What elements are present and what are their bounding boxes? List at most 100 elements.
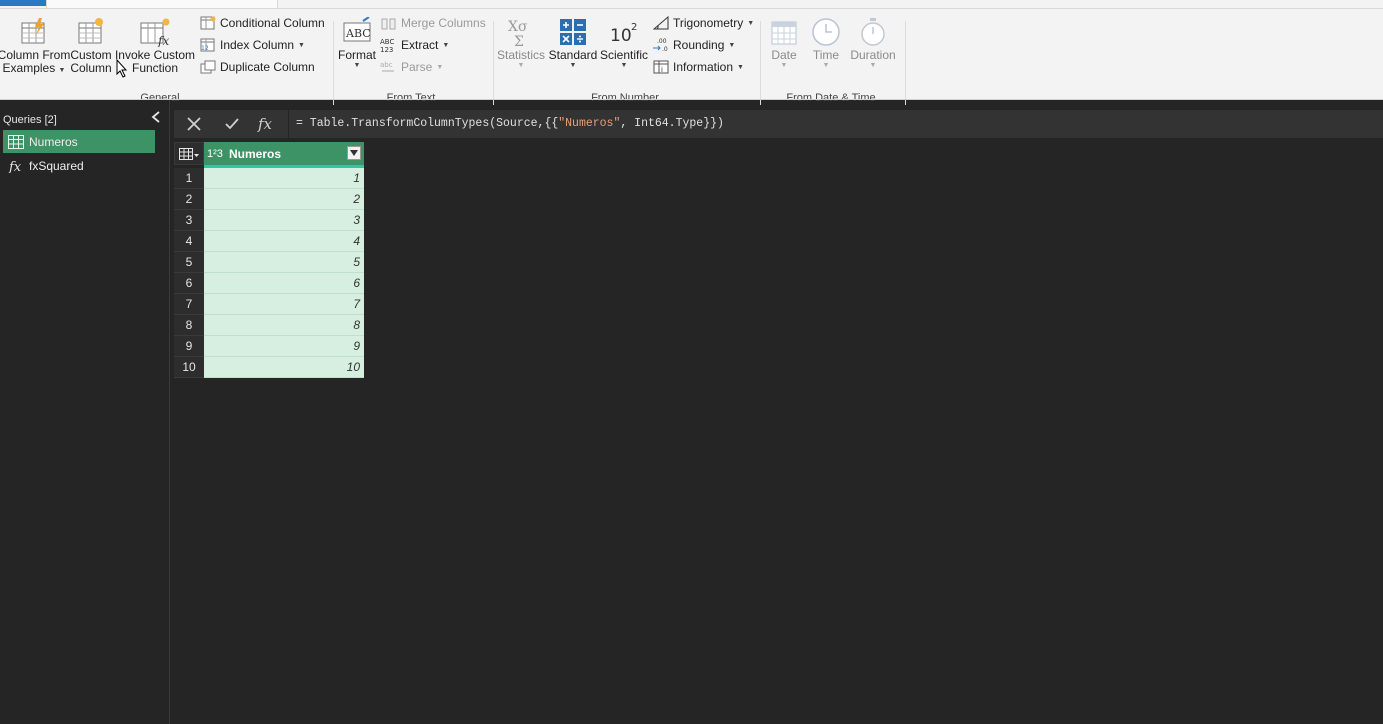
- statistics-button[interactable]: Xσ Σ Statistics ▼: [496, 15, 546, 70]
- table-menu-icon: [179, 147, 199, 160]
- svg-text:2: 2: [631, 22, 637, 33]
- index-column-label: Index Column: [220, 38, 295, 52]
- conditional-column-label: Conditional Column: [220, 16, 325, 30]
- formula-prefix: = Table.TransformColumnTypes(Source,{{: [296, 117, 559, 130]
- format-button[interactable]: ABC Format ▼: [336, 15, 378, 70]
- row-number: 2: [174, 189, 204, 210]
- rounding-icon: .00.0: [652, 37, 670, 53]
- row-number: 10: [174, 357, 204, 378]
- standard-button[interactable]: Standard ▼: [548, 15, 598, 70]
- custom-column-button[interactable]: Custom Column: [68, 15, 114, 75]
- table-cell[interactable]: 6: [204, 273, 364, 294]
- parse-icon: abc: [380, 59, 398, 75]
- clock-icon: [808, 15, 844, 49]
- chevron-down-icon: ▼: [869, 62, 877, 69]
- from-datetime-group-label: From Date & Time: [786, 92, 876, 104]
- active-tab[interactable]: [46, 0, 278, 8]
- table-cell[interactable]: 3: [204, 210, 364, 231]
- ribbon: Column From Examples ▼ Custom Column fx …: [0, 8, 1383, 105]
- cancel-formula-button[interactable]: [178, 110, 210, 138]
- table-cell[interactable]: 8: [204, 315, 364, 336]
- merge-columns-button[interactable]: Merge Columns: [380, 13, 486, 33]
- row-number: 1: [174, 168, 204, 189]
- merge-columns-icon: [380, 15, 398, 31]
- table-cell[interactable]: 2: [204, 189, 364, 210]
- trigonometry-button[interactable]: Trigonometry ▼: [652, 13, 754, 33]
- table-menu-button[interactable]: [174, 142, 204, 165]
- filter-dropdown-button[interactable]: [347, 146, 361, 160]
- standard-label: Standard: [548, 48, 598, 62]
- trigonometry-icon: [652, 15, 670, 31]
- svg-text:Xσ: Xσ: [508, 19, 528, 35]
- fx-icon: fx: [257, 115, 273, 133]
- chevron-down-icon: ▼: [822, 62, 830, 69]
- information-button[interactable]: i Information ▼: [652, 57, 744, 77]
- formula-input[interactable]: = Table.TransformColumnTypes(Source,{{"N…: [296, 117, 724, 130]
- statistics-label: Statistics: [496, 48, 545, 62]
- table-cell[interactable]: 1: [204, 168, 364, 189]
- index-column-button[interactable]: 12 Index Column ▼: [199, 35, 305, 55]
- duplicate-column-label: Duplicate Column: [220, 60, 315, 74]
- svg-text:ABC: ABC: [380, 38, 394, 46]
- trigonometry-label: Trigonometry: [673, 16, 744, 30]
- scientific-label: Scientific: [599, 48, 649, 62]
- commit-formula-button[interactable]: [216, 110, 248, 138]
- chevron-down-icon: ▼: [517, 62, 525, 69]
- custom-column-label-2: Column: [70, 61, 112, 75]
- column-from-examples-label-2: Examples: [2, 61, 56, 75]
- extract-abc-123-icon: ABC 123: [380, 37, 398, 53]
- from-text-group-label: From Text: [386, 92, 436, 104]
- column-from-examples-icon: [16, 15, 52, 49]
- query-item-label: fxSquared: [29, 158, 84, 173]
- rounding-button[interactable]: .00.0 Rounding ▼: [652, 35, 735, 55]
- close-icon: [187, 117, 201, 131]
- standard-operators-icon: [555, 15, 591, 49]
- whole-number-type-icon[interactable]: 1²3: [207, 148, 229, 160]
- extract-button[interactable]: ABC 123 Extract ▼: [380, 35, 449, 55]
- query-item-fxsquared[interactable]: fx fxSquared: [3, 154, 155, 177]
- table-cell[interactable]: 9: [204, 336, 364, 357]
- parse-button[interactable]: abc Parse ▼: [380, 57, 443, 77]
- group-separator: [333, 21, 334, 105]
- table-cell[interactable]: 4: [204, 231, 364, 252]
- stopwatch-icon: [855, 15, 891, 49]
- group-separator: [905, 21, 906, 105]
- duration-button[interactable]: Duration ▼: [848, 15, 898, 70]
- row-number: 6: [174, 273, 204, 294]
- rounding-label: Rounding: [673, 38, 725, 52]
- chevron-down-icon: ▼: [569, 62, 577, 69]
- table-cell[interactable]: 7: [204, 294, 364, 315]
- row-number: 9: [174, 336, 204, 357]
- svg-text:fx: fx: [157, 34, 169, 47]
- duplicate-column-button[interactable]: Duplicate Column: [199, 57, 315, 77]
- time-button[interactable]: Time ▼: [806, 15, 846, 70]
- insert-function-button[interactable]: fx: [250, 110, 282, 138]
- chevron-down-icon: ▼: [728, 41, 736, 49]
- svg-text:abc: abc: [380, 61, 393, 69]
- table-icon: [3, 134, 29, 149]
- date-button[interactable]: Date ▼: [764, 15, 804, 70]
- conditional-column-button[interactable]: Conditional Column: [199, 13, 325, 33]
- file-tab[interactable]: [0, 0, 46, 6]
- query-item-numeros[interactable]: Numeros: [3, 130, 155, 153]
- group-separator: [760, 21, 761, 105]
- table-cell[interactable]: 10: [204, 357, 364, 378]
- column-from-examples-button[interactable]: Column From Examples ▼: [0, 15, 70, 75]
- row-number: 5: [174, 252, 204, 273]
- collapse-pane-icon[interactable]: [150, 110, 162, 124]
- formula-divider: [288, 110, 289, 138]
- scientific-button[interactable]: 10 2 Scientific ▼: [600, 15, 648, 70]
- svg-text:ABC: ABC: [345, 27, 371, 40]
- format-abc-icon: ABC: [339, 15, 375, 49]
- chevron-down-icon: ▼: [436, 63, 444, 71]
- svg-text:.00: .00: [657, 38, 667, 45]
- table-cell[interactable]: 5: [204, 252, 364, 273]
- custom-column-icon: [73, 15, 109, 49]
- svg-text:.0: .0: [662, 46, 668, 53]
- from-number-group-label: From Number: [591, 92, 659, 104]
- column-header-numeros[interactable]: 1²3 Numeros: [204, 142, 364, 165]
- duplicate-column-icon: [199, 59, 217, 75]
- ribbon-border: [0, 99, 1383, 100]
- chevron-down-icon: [350, 150, 358, 156]
- column-header-label: Numeros: [229, 146, 282, 161]
